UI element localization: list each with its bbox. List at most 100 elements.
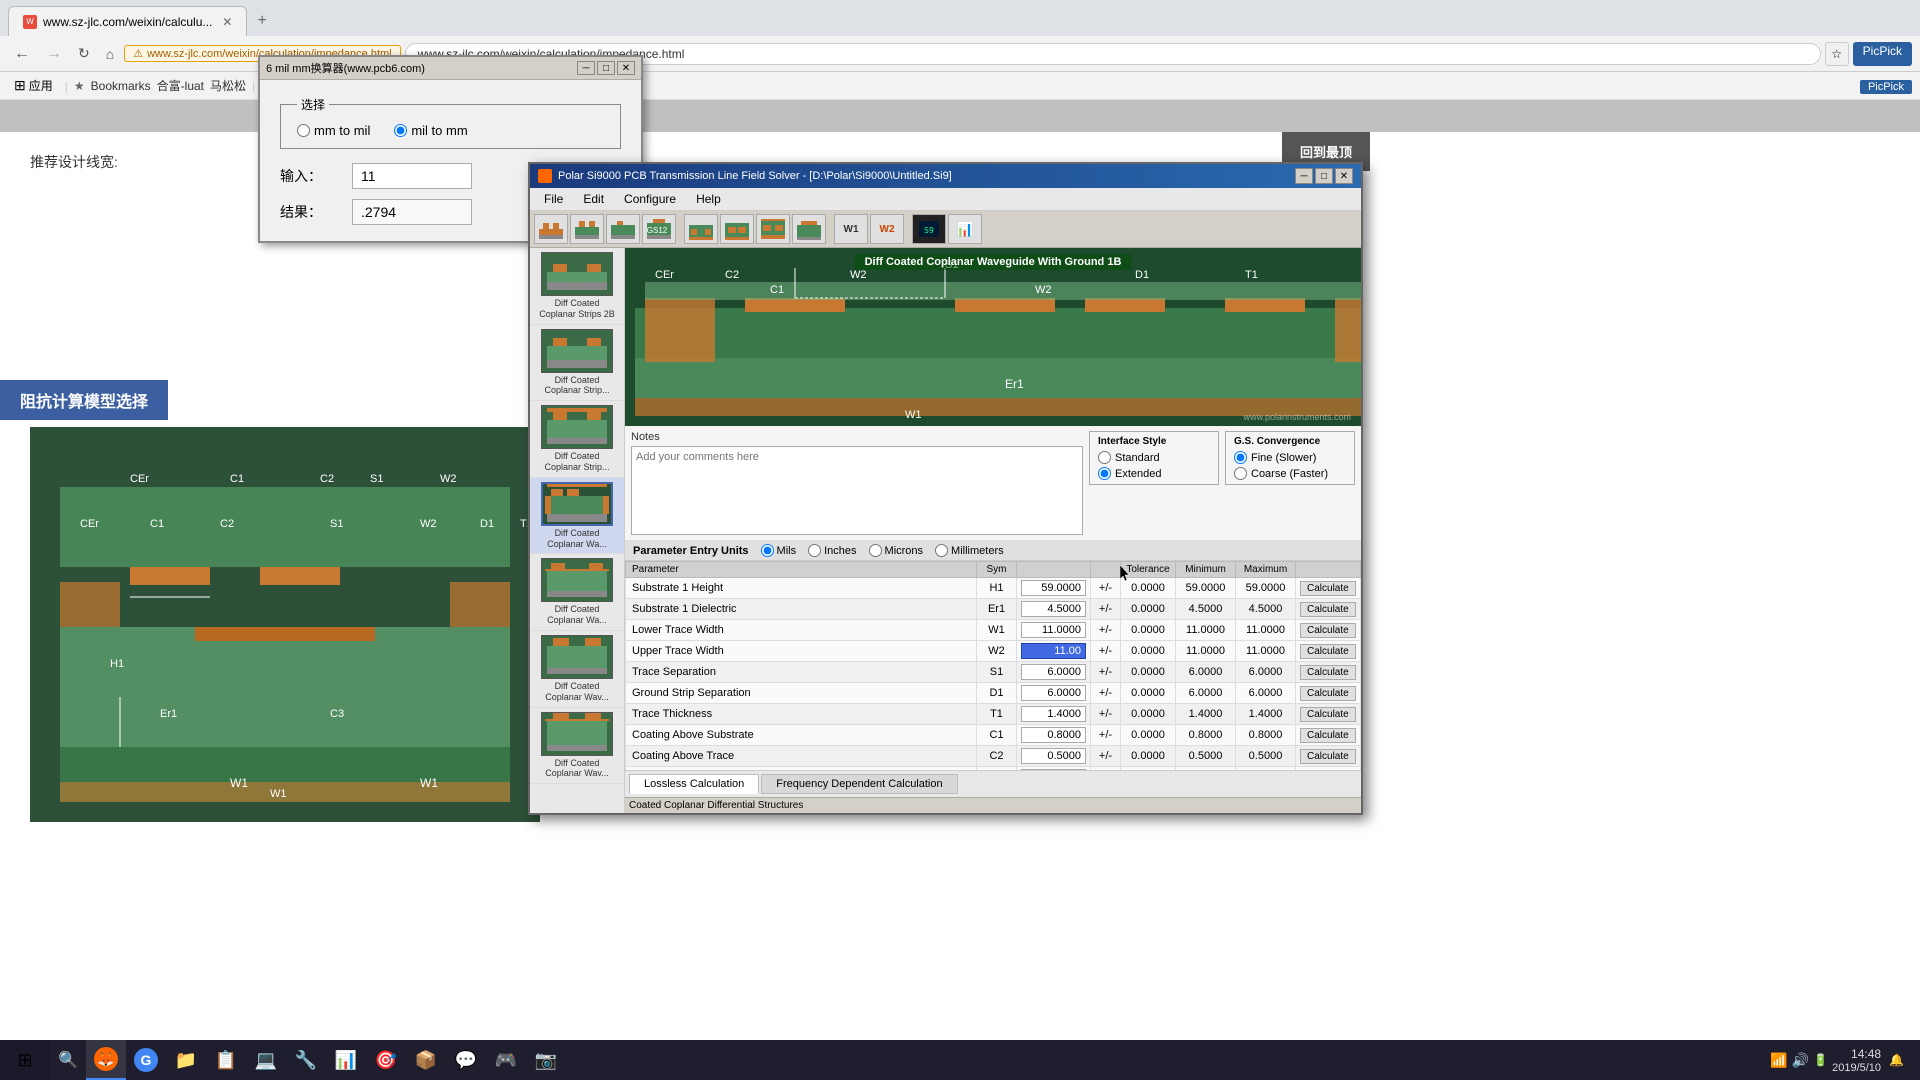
svg-text:W2: W2 [850,269,867,281]
taskbar-chrome[interactable]: G [126,1040,166,1080]
mils-radio[interactable]: Mils [761,544,797,557]
param-w1-input[interactable] [1021,622,1086,638]
polar-app-icon [538,169,552,183]
toolbar-icon-10[interactable]: W2 [870,214,904,244]
taskbar-computer[interactable]: 💻 [246,1040,286,1080]
mm-to-mil-radio[interactable]: mm to mil [297,123,370,138]
reload-button[interactable]: ↻ [72,43,96,64]
taskbar-picpick[interactable]: 📷 [526,1040,566,1080]
left-item-4[interactable]: Diff CoatedCoplanar Wa... [530,478,624,555]
left-item-2[interactable]: Diff CoatedCoplanar Strip... [530,325,624,402]
param-h1-calc-btn[interactable]: Calculate [1300,581,1356,596]
polar-toolbar: GS12 [530,211,1361,248]
converter-minimize[interactable]: ─ [577,61,595,75]
inches-radio[interactable]: Inches [808,544,856,557]
coarse-faster-radio[interactable]: Coarse (Faster) [1234,467,1346,480]
param-er1-input[interactable] [1021,601,1086,617]
param-s1-calc-btn[interactable]: Calculate [1300,665,1356,680]
toolbar-icon-12[interactable]: 📊 [948,214,982,244]
polar-minimize[interactable]: ─ [1295,168,1313,184]
bookmark-masong[interactable]: 马松松 [210,77,246,94]
picpick-bar-btn[interactable]: PicPick [1860,80,1912,94]
tab-close[interactable]: ✕ [222,15,232,29]
left-item-5[interactable]: Diff CoatedCoplanar Wa... [530,554,624,631]
taskbar-app1[interactable]: 🎯 [366,1040,406,1080]
notes-textarea[interactable] [631,446,1083,535]
toolbar-icon-7[interactable] [756,214,790,244]
converter-maximize[interactable]: □ [597,61,615,75]
left-item-7[interactable]: Diff CoatedCoplanar Wav... [530,708,624,785]
taskbar-app2[interactable]: 📦 [406,1040,446,1080]
param-w1-calc-btn[interactable]: Calculate [1300,623,1356,638]
taskbar-firefox[interactable]: 🦊 [86,1040,126,1080]
converter-close[interactable]: ✕ [617,61,635,75]
param-c1-input[interactable] [1021,727,1086,743]
taskbar-excel[interactable]: 📊 [326,1040,366,1080]
picpick-btn[interactable]: PicPick [1853,42,1912,66]
menu-file[interactable]: File [534,190,573,208]
polar-titlebar[interactable]: Polar Si9000 PCB Transmission Line Field… [530,164,1361,188]
toolbar-icon-5[interactable] [684,214,718,244]
tab-lossless[interactable]: Lossless Calculation [629,774,759,794]
taskbar-notifications[interactable]: 🔔 [1885,1051,1908,1069]
param-c2-input[interactable] [1021,748,1086,764]
param-er1-calc-btn[interactable]: Calculate [1300,602,1356,617]
toolbar-icon-3[interactable] [606,214,640,244]
taskbar-wechat[interactable]: 💬 [446,1040,486,1080]
microns-radio[interactable]: Microns [869,544,924,557]
param-h1-input[interactable] [1021,580,1086,596]
bookmark-hefur[interactable]: 合富-luat [157,77,204,94]
table-row: Lower Trace Width W1 +/- 0.0000 11.0000 … [626,620,1361,641]
taskbar-settings[interactable]: 🔧 [286,1040,326,1080]
bookmark-bookmarks[interactable]: Bookmarks [91,79,151,93]
param-c1-calc-btn[interactable]: Calculate [1300,728,1356,743]
left-item-3[interactable]: Diff CoatedCoplanar Strip... [530,401,624,478]
tab-frequency-dependent[interactable]: Frequency Dependent Calculation [761,774,957,794]
taskbar-notes[interactable]: 📋 [206,1040,246,1080]
param-t1-calc-btn[interactable]: Calculate [1300,707,1356,722]
param-s1-input[interactable] [1021,664,1086,680]
param-c2-calc-btn[interactable]: Calculate [1300,749,1356,764]
toolbar-icon-1[interactable]: ☆ [1825,42,1849,66]
browser-tab[interactable]: W www.sz-jlc.com/weixin/calculu... ✕ [8,6,247,36]
left-item-1[interactable]: Diff CoatedCoplanar Strips 2B [530,248,624,325]
taskbar-game[interactable]: 🎮 [486,1040,526,1080]
toolbar-icon-4[interactable]: GS12 [642,214,676,244]
menu-configure[interactable]: Configure [614,190,686,208]
converter-titlebar[interactable]: 6 mil mm换算器(www.pcb6.com) ─ □ ✕ [260,57,641,80]
extended-radio[interactable]: Extended [1098,467,1210,480]
toolbar-icon-6[interactable] [720,214,754,244]
menu-help[interactable]: Help [686,190,731,208]
param-d1-input[interactable] [1021,685,1086,701]
param-t1-input[interactable] [1021,706,1086,722]
col-tolerance: Tolerance [1121,562,1176,578]
start-button[interactable]: ⊞ [0,1040,50,1080]
taskbar-file-explorer[interactable]: 📁 [166,1040,206,1080]
param-w2-input[interactable] [1021,643,1086,659]
param-h1-min: 59.0000 [1176,578,1236,599]
param-c1-pm: +/- [1091,725,1121,746]
mil-to-mm-radio[interactable]: mil to mm [394,123,467,138]
toolbar-icon-1[interactable] [534,214,568,244]
home-button[interactable]: ⌂ [100,44,120,64]
fine-slower-radio[interactable]: Fine (Slower) [1234,451,1346,464]
new-tab-button[interactable]: + [247,6,276,36]
toolbar-icon-2[interactable] [570,214,604,244]
forward-button[interactable]: → [40,43,68,65]
toolbar-icon-8[interactable] [792,214,826,244]
svg-text:W1: W1 [270,788,287,800]
standard-radio[interactable]: Standard [1098,451,1210,464]
param-d1-calc-btn[interactable]: Calculate [1300,686,1356,701]
polar-close[interactable]: ✕ [1335,168,1353,184]
back-button[interactable]: ← [8,43,36,65]
converter-input[interactable] [352,163,472,189]
param-w2-calc-btn[interactable]: Calculate [1300,644,1356,659]
left-item-6[interactable]: Diff CoatedCoplanar Wav... [530,631,624,708]
toolbar-icon-11[interactable]: S9 [912,214,946,244]
menu-edit[interactable]: Edit [573,190,614,208]
toolbar-icon-9[interactable]: W1 [834,214,868,244]
search-button[interactable]: 🔍 [50,1040,86,1080]
millimeters-radio[interactable]: Millimeters [935,544,1004,557]
polar-maximize[interactable]: □ [1315,168,1333,184]
apps-btn[interactable]: ⊞ 应用 [8,76,59,95]
